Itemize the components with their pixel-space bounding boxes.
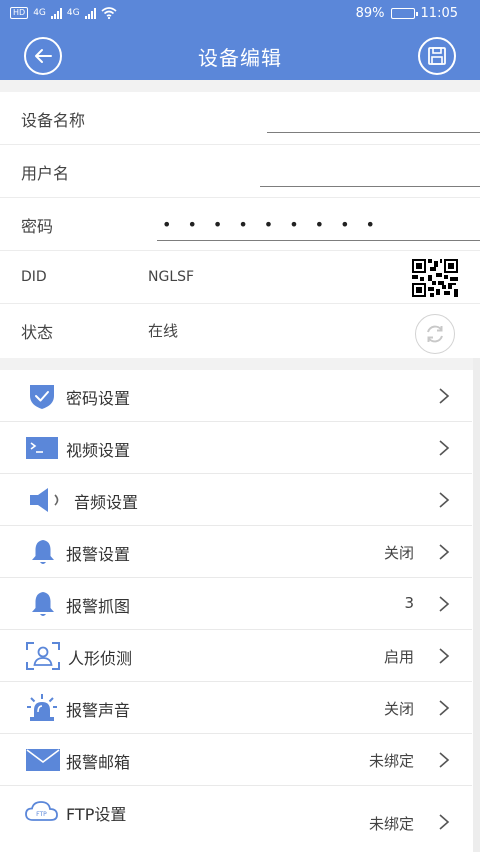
human-detect-icon: [26, 642, 60, 670]
chevron-right-icon: [439, 544, 450, 560]
setting-label: 报警邮箱: [66, 753, 131, 772]
battery-percent: 89%: [355, 6, 385, 21]
setting-value: 关闭: [383, 700, 414, 718]
device-name-row: 设备名称: [0, 92, 480, 145]
setting-label: 密码设置: [66, 389, 131, 408]
username-input[interactable]: [260, 186, 480, 187]
chevron-right-icon: [439, 596, 450, 612]
bell-icon: [28, 590, 58, 618]
siren-icon: [26, 694, 58, 722]
battery-icon: [390, 8, 418, 19]
chevron-right-icon: [439, 814, 450, 830]
setting-label: 报警设置: [66, 545, 131, 564]
setting-video[interactable]: 视频设置: [0, 422, 472, 474]
signal-icon: [50, 7, 62, 19]
setting-alarm-capture[interactable]: 报警抓图 3: [0, 578, 472, 630]
device-name-input[interactable]: [267, 132, 480, 133]
setting-audio[interactable]: 音频设置: [0, 474, 472, 526]
refresh-button[interactable]: [415, 314, 455, 354]
chevron-right-icon: [439, 752, 450, 768]
ftp-cloud-icon: FTP: [24, 798, 60, 826]
chevron-right-icon: [439, 440, 450, 456]
page-title: 设备编辑: [198, 46, 282, 70]
setting-password[interactable]: 密码设置: [0, 370, 472, 422]
chevron-right-icon: [439, 388, 450, 404]
password-row: 密码 •••••••••: [0, 198, 480, 251]
chevron-right-icon: [439, 492, 450, 508]
scrollbar[interactable]: [473, 358, 480, 852]
setting-value: 未绑定: [368, 815, 414, 833]
shield-check-icon: [27, 382, 57, 410]
did-label: DID: [21, 269, 47, 285]
username-row: 用户名: [0, 145, 480, 198]
clock: 11:05: [420, 6, 458, 21]
setting-value: 启用: [383, 648, 414, 666]
setting-label: 人形侦测: [68, 649, 133, 668]
setting-alarm-sound[interactable]: 报警声音 关闭: [0, 682, 472, 734]
chevron-right-icon: [439, 700, 450, 716]
password-label: 密码: [21, 217, 54, 236]
setting-value: 关闭: [383, 544, 414, 562]
setting-label: 视频设置: [66, 441, 131, 460]
status-label: 状态: [21, 323, 54, 342]
terminal-video-icon: [26, 434, 58, 462]
setting-alarm-email[interactable]: 报警邮箱 未绑定: [0, 734, 472, 786]
username-label: 用户名: [21, 164, 70, 183]
save-button[interactable]: [418, 37, 456, 75]
setting-label: 报警抓图: [66, 597, 131, 616]
speaker-icon: [28, 486, 68, 514]
setting-alarm[interactable]: 报警设置 关闭: [0, 526, 472, 578]
setting-label: 音频设置: [74, 493, 139, 512]
section-gap: [0, 80, 480, 92]
envelope-icon: [26, 746, 60, 774]
network-type-2: 4G: [66, 8, 80, 18]
password-input[interactable]: •••••••••: [162, 215, 391, 234]
status-bar-left: HD 4G 4G: [10, 7, 117, 19]
wifi-icon: [101, 7, 117, 19]
status-bar: HD 4G 4G 89% 11:05: [0, 0, 480, 30]
status-bar-right: 89% 11:05: [356, 6, 458, 21]
password-underline: [157, 240, 480, 241]
section-gap: [0, 358, 480, 370]
svg-text:FTP: FTP: [36, 811, 47, 818]
title-bar: 设备编辑: [0, 30, 480, 80]
device-name-label: 设备名称: [21, 111, 86, 130]
setting-value: 3: [404, 594, 414, 612]
save-disk-icon: [428, 47, 446, 65]
setting-value: 未绑定: [368, 752, 414, 770]
status-row: 状态 在线: [0, 304, 480, 358]
hd-badge: HD: [10, 7, 29, 19]
setting-label: 报警声音: [66, 701, 131, 720]
setting-ftp[interactable]: FTP FTP设置 未绑定: [0, 786, 472, 852]
setting-label: FTP设置: [66, 805, 127, 824]
bell-icon: [28, 538, 58, 566]
setting-human-detection[interactable]: 人形侦测 启用: [0, 630, 472, 682]
signal-icon: [84, 7, 96, 19]
did-value: NGLSF: [148, 269, 195, 285]
status-value: 在线: [148, 322, 179, 340]
did-row: DID NGLSF: [0, 251, 480, 304]
refresh-icon: [427, 325, 443, 343]
network-type-1: 4G: [33, 8, 46, 18]
chevron-right-icon: [439, 648, 450, 664]
qr-code-icon[interactable]: [412, 259, 458, 297]
